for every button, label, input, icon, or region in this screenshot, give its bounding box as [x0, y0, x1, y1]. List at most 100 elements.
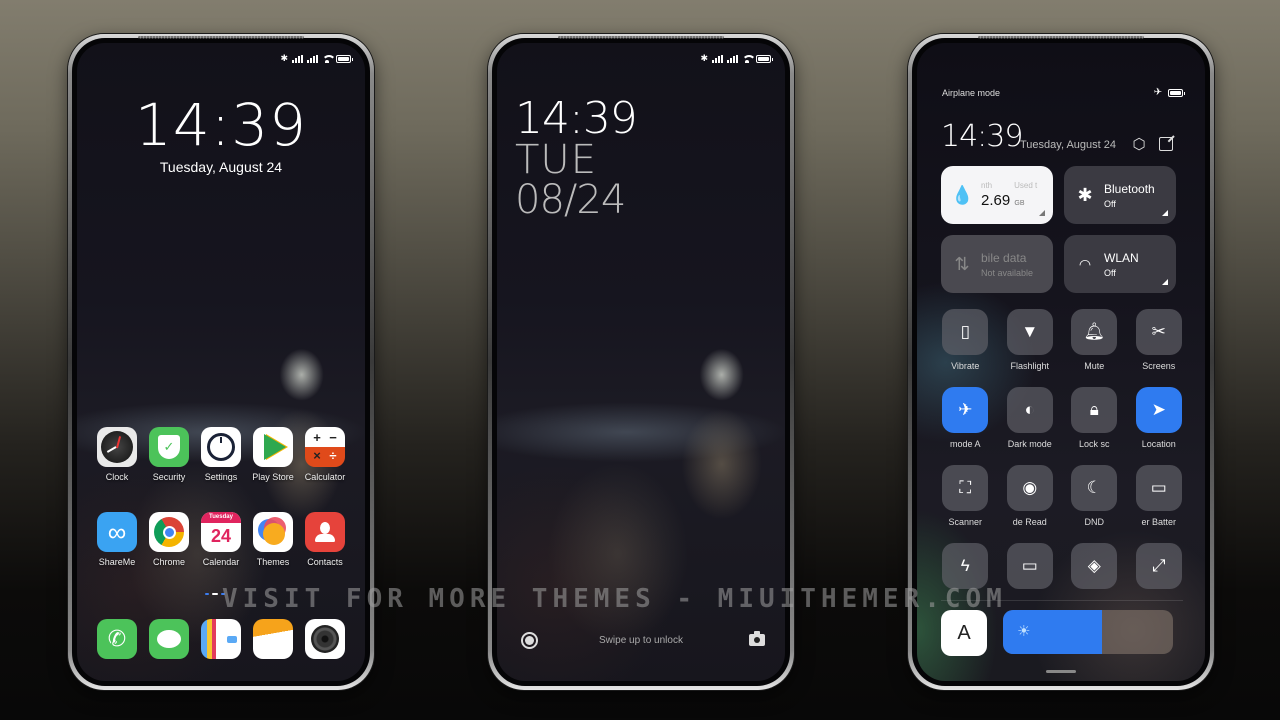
- cc-date: Tuesday, August 24: [1020, 139, 1117, 151]
- water-drop-icon: 💧: [951, 184, 974, 205]
- toggle-battery-saver[interactable]: ▭ er Batter: [1135, 465, 1184, 527]
- auto-brightness-button[interactable]: A: [941, 610, 987, 656]
- toggle-reading-mode[interactable]: ◉ de Read: [1006, 465, 1055, 527]
- location-icon: ➤: [1135, 387, 1182, 433]
- app-play-store[interactable]: Play Store: [247, 427, 299, 482]
- app-clock[interactable]: Clock: [91, 427, 143, 482]
- battery-saver-icon: ▭: [1135, 465, 1182, 511]
- toggle-dnd[interactable]: ☾ DND: [1070, 465, 1119, 527]
- contacts-icon: [305, 512, 345, 552]
- watermark-text: VISIT FOR MORE THEMES - MIUITHEMER.COM: [222, 584, 1007, 614]
- airplane-icon: ✈: [1153, 87, 1162, 98]
- dock-phone[interactable]: ✆: [91, 619, 143, 659]
- toggle-location[interactable]: ➤ Location: [1135, 387, 1184, 449]
- shield-icon: ✓: [149, 427, 189, 467]
- link-icon: ◈: [1071, 543, 1118, 589]
- themes-icon: [253, 512, 293, 552]
- signal-icon: [307, 54, 318, 63]
- toggle-dark-mode[interactable]: ◐ Dark mode: [1006, 387, 1055, 449]
- signal-icon: [727, 54, 738, 63]
- sun-icon: ☀: [1017, 623, 1031, 640]
- app-grid-row: Clock ✓ Security Settings Play Store + −…: [91, 427, 351, 482]
- toggle-floating-window[interactable]: ⤢: [1135, 543, 1184, 589]
- bell-icon: 🔔︎: [1071, 309, 1118, 355]
- notes-icon: [201, 619, 241, 659]
- app-chrome[interactable]: Chrome: [143, 512, 195, 567]
- clock-widget-time[interactable]: 14:39: [77, 91, 365, 159]
- toggle-row: ⛶ Scanner ◉ de Read ☾ DND ▭ er Batter: [941, 465, 1183, 527]
- flashlight-icon: ▼: [1006, 309, 1053, 355]
- toggle-vibrate[interactable]: ▯ Vibrate: [941, 309, 990, 371]
- lightning-icon: ϟ: [942, 543, 989, 589]
- expand-icon: ⤢: [1135, 543, 1182, 589]
- cc-time: 14:39: [941, 119, 1023, 154]
- clock-icon: [97, 427, 137, 467]
- app-themes[interactable]: Themes: [247, 512, 299, 567]
- app-calculator[interactable]: + − × ÷ Calculator: [299, 427, 351, 482]
- shareme-icon: ∞: [97, 512, 137, 552]
- brightness-slider[interactable]: ☀: [1003, 610, 1173, 654]
- dark-mode-icon: ◐: [1006, 387, 1053, 433]
- toggle-airplane[interactable]: ✈ mode A: [941, 387, 990, 449]
- airplane-icon: ✈: [942, 387, 989, 433]
- lock-icon: 🔒︎: [1071, 387, 1118, 433]
- dock-messages[interactable]: [143, 619, 195, 659]
- dock-gallery[interactable]: [247, 619, 299, 659]
- app-shareme[interactable]: ∞ ShareMe: [91, 512, 143, 567]
- bluetooth-icon: ✱: [700, 53, 708, 63]
- lock-date: 08/24: [515, 177, 626, 223]
- moon-icon: ☾: [1071, 465, 1118, 511]
- calculator-icon: + − × ÷: [305, 427, 345, 467]
- edit-icon[interactable]: [1159, 137, 1173, 151]
- data-usage-tile[interactable]: 💧 nth Used t 2.69 GB: [941, 166, 1053, 224]
- dock-notes[interactable]: [195, 619, 247, 659]
- vibrate-icon: ▯: [942, 309, 989, 355]
- app-contacts[interactable]: Contacts: [299, 512, 351, 567]
- signal-icon: [712, 54, 723, 63]
- dock: ✆: [91, 619, 351, 659]
- clock-widget-date: Tuesday, August 24: [159, 159, 283, 175]
- wifi-icon: [322, 54, 336, 63]
- app-settings[interactable]: Settings: [195, 427, 247, 482]
- toggle-scanner[interactable]: ⛶ Scanner: [941, 465, 990, 527]
- data-usage-value: 2.69: [981, 192, 1011, 209]
- signal-icon: [292, 54, 303, 63]
- battery-icon: [1168, 88, 1185, 97]
- eye-icon: ◉: [1006, 465, 1053, 511]
- airplane-mode-label: Airplane mode: [942, 88, 1001, 98]
- wlan-tile[interactable]: ◠ WLAN Off: [1064, 235, 1176, 293]
- cast-icon: ▭: [1006, 543, 1053, 589]
- toggle-flashlight[interactable]: ▼ Flashlight: [1006, 309, 1055, 371]
- screenshot-icon: ✂: [1135, 309, 1182, 355]
- toggle-screenshot[interactable]: ✂ Screens: [1135, 309, 1184, 371]
- unlock-bar: Swipe up to unlock: [497, 631, 785, 651]
- camera-icon: [305, 619, 345, 659]
- toggle-row: ϟ ▭ ◈ ⤢: [941, 543, 1183, 589]
- home-indicator[interactable]: [1046, 670, 1076, 673]
- battery-icon: [756, 54, 773, 63]
- app-security[interactable]: ✓ Security: [143, 427, 195, 482]
- swipe-hint[interactable]: Swipe up to unlock: [497, 635, 785, 646]
- toggle-lock-screen[interactable]: 🔒︎ Lock sc: [1070, 387, 1119, 449]
- toggle-mute[interactable]: 🔔︎ Mute: [1070, 309, 1119, 371]
- app-calendar[interactable]: Tuesday 24 Calendar: [195, 512, 247, 567]
- expand-corner-icon[interactable]: [1162, 210, 1168, 216]
- phone-icon: ✆: [97, 619, 137, 659]
- status-bar: ✱: [700, 53, 773, 64]
- mobile-data-tile[interactable]: ⇅ bile data Not available: [941, 235, 1053, 293]
- bluetooth-icon: ✱: [280, 53, 288, 63]
- settings-gear-icon[interactable]: ⬡: [1131, 137, 1147, 153]
- bluetooth-tile[interactable]: ✱ Bluetooth Off: [1064, 166, 1176, 224]
- dock-camera[interactable]: [299, 619, 351, 659]
- gallery-icon: [253, 619, 293, 659]
- expand-corner-icon[interactable]: [1162, 279, 1168, 285]
- app-grid-row: ∞ ShareMe Chrome Tuesday 24 Calendar The…: [91, 512, 351, 567]
- play-store-icon: [253, 427, 293, 467]
- toggle-cast[interactable]: ▭: [1006, 543, 1055, 589]
- toggle-link[interactable]: ◈: [1070, 543, 1119, 589]
- toggle-row: ✈ mode A ◐ Dark mode 🔒︎ Lock sc ➤ Location: [941, 387, 1183, 449]
- toggle-performance[interactable]: ϟ: [941, 543, 990, 589]
- settings-icon: [201, 427, 241, 467]
- status-bar: ✱: [280, 53, 353, 64]
- camera-shortcut-icon[interactable]: [749, 631, 765, 646]
